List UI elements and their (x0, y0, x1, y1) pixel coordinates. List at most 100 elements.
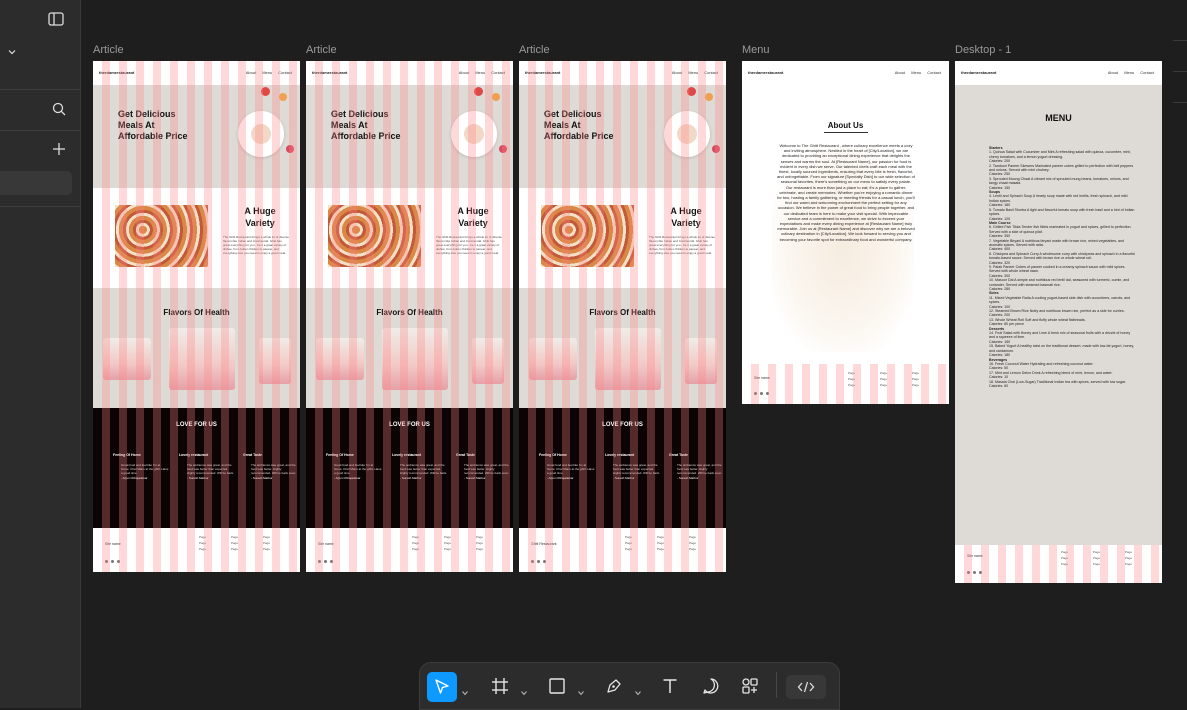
footer-link[interactable]: Page (476, 546, 483, 552)
social-icon[interactable] (973, 571, 976, 574)
frame-label-desktop-1[interactable]: Desktop - 1 (955, 44, 1011, 56)
nav-contact[interactable]: Contact (704, 70, 718, 75)
chevron-down-icon[interactable] (8, 44, 16, 58)
move-tool-button[interactable] (427, 672, 457, 702)
variety-dishes-image (115, 205, 208, 267)
social-icon[interactable] (117, 560, 120, 563)
selected-page-row[interactable] (0, 171, 72, 195)
nav-contact[interactable]: Contact (927, 70, 941, 75)
social-icon[interactable] (318, 560, 321, 563)
social-icon[interactable] (324, 560, 327, 563)
comment-tool-button[interactable] (699, 674, 723, 698)
actions-tool-button[interactable] (738, 674, 762, 698)
footer-links: Page Page Page (231, 534, 238, 552)
nav-about[interactable]: About (246, 70, 256, 75)
frame-label-menu[interactable]: Menu (742, 44, 770, 56)
footer-links: Page Page Page (444, 534, 451, 552)
footer-link[interactable]: Page (912, 382, 919, 388)
chevron-down-icon[interactable] (521, 683, 527, 696)
frame-article-1[interactable]: therdamrestaurant About Menu Contact Get… (93, 61, 300, 572)
footer-link[interactable]: Page (199, 546, 206, 552)
comment-bubble-icon (703, 678, 719, 694)
site-brand: therdamrestaurant (312, 70, 348, 75)
frame-label-article-2[interactable]: Article (306, 44, 337, 56)
flavors-title: Flavors Of Health (589, 308, 656, 317)
social-icons (531, 560, 546, 563)
frame-menu[interactable]: therdamrestaurant About Menu Contact Abo… (742, 61, 949, 404)
site-brand: therdamrestaurant (525, 70, 561, 75)
social-icon[interactable] (537, 560, 540, 563)
footer-link[interactable]: Page (412, 546, 419, 552)
sidebar-toggle-icon[interactable] (48, 12, 64, 28)
site-footer: Site name Page Page Page Page Page Page … (306, 528, 513, 572)
about-title: About Us (827, 121, 864, 130)
pen-icon (607, 679, 621, 693)
panel-divider (0, 130, 80, 131)
frame-label-article-1[interactable]: Article (93, 44, 124, 56)
social-icon[interactable] (543, 560, 546, 563)
testimonial-heading: Feeling Of Home (326, 453, 354, 457)
pen-tool-button[interactable] (602, 674, 626, 698)
nav-menu[interactable]: Menu (911, 70, 921, 75)
footer-link[interactable]: Page (689, 546, 696, 552)
social-icon[interactable] (330, 560, 333, 563)
dev-mode-toggle[interactable] (786, 675, 826, 699)
plus-icon[interactable] (53, 143, 65, 157)
footer-link[interactable]: Page (444, 546, 451, 552)
frame-article-2[interactable]: therdamrestaurant About Menu Contact Get… (306, 61, 513, 572)
site-footer: Site name Page Page Page Page Page Page … (742, 364, 949, 404)
social-icon[interactable] (766, 392, 769, 395)
frame-label-article-3[interactable]: Article (519, 44, 550, 56)
social-icon[interactable] (760, 392, 763, 395)
nav-menu[interactable]: Menu (475, 70, 485, 75)
nav-contact[interactable]: Contact (491, 70, 505, 75)
social-icon[interactable] (111, 560, 114, 563)
chevron-down-icon[interactable] (635, 683, 641, 696)
menu-item-line: 3. Sprouted Moong Chaat A vibrant mix of… (989, 176, 1129, 186)
flavors-title: Flavors Of Health (163, 308, 230, 317)
chevron-down-icon[interactable] (578, 683, 584, 696)
footer-link[interactable]: Page (1125, 561, 1132, 567)
dessert-image (685, 338, 717, 384)
footer-link[interactable]: Page (1061, 561, 1068, 567)
nav-menu[interactable]: Menu (688, 70, 698, 75)
menu-item-line: 2. Tandoori Paneer Skewers Marinated pan… (989, 163, 1134, 173)
variety-title: A Huge Variety (457, 206, 489, 228)
frame-tool-button[interactable] (488, 674, 512, 698)
search-icon[interactable] (52, 102, 66, 118)
nav-about[interactable]: About (1108, 70, 1118, 75)
menu-item-line: 6. Grilled Fish Tikka Tender fish fillet… (989, 225, 1132, 234)
testimonials-title: LOVE FOR US (389, 422, 430, 428)
nav-about[interactable]: About (672, 70, 682, 75)
flavors-section: Flavors Of Health (306, 288, 513, 408)
footer-link[interactable]: Page (231, 546, 238, 552)
testimonials-title: LOVE FOR US (602, 422, 643, 428)
social-icon[interactable] (531, 560, 534, 563)
about-title-underline (824, 132, 868, 133)
footer-link[interactable]: Page (1093, 561, 1100, 567)
text-tool-button[interactable] (658, 674, 682, 698)
chevron-down-icon[interactable] (462, 683, 468, 696)
site-navbar: therdamrestaurant About Menu Contact (742, 61, 949, 85)
testimonial-author: - Suresh Mathur (464, 476, 486, 480)
social-icon[interactable] (105, 560, 108, 563)
footer-link[interactable]: Page (263, 546, 270, 552)
nav-about[interactable]: About (459, 70, 469, 75)
frame-desktop-1[interactable]: therdamrestaurant About Menu Contact MEN… (955, 61, 1162, 583)
footer-link[interactable]: Page (880, 382, 887, 388)
menu-item-line: 7. Vegetable Biryani A nutritious biryan… (989, 238, 1125, 247)
social-icon[interactable] (754, 392, 757, 395)
nav-menu[interactable]: Menu (262, 70, 272, 75)
nav-menu[interactable]: Menu (1124, 70, 1134, 75)
footer-link[interactable]: Page (625, 546, 632, 552)
social-icon[interactable] (979, 571, 982, 574)
social-icon[interactable] (967, 571, 970, 574)
nav-contact[interactable]: Contact (278, 70, 292, 75)
testimonials-title: LOVE FOR US (176, 422, 217, 428)
nav-contact[interactable]: Contact (1140, 70, 1154, 75)
rectangle-tool-button[interactable] (545, 674, 569, 698)
footer-link[interactable]: Page (657, 546, 664, 552)
nav-about[interactable]: About (895, 70, 905, 75)
footer-link[interactable]: Page (848, 382, 855, 388)
frame-article-3[interactable]: therdamrestaurant About Menu Contact Get… (519, 61, 726, 572)
